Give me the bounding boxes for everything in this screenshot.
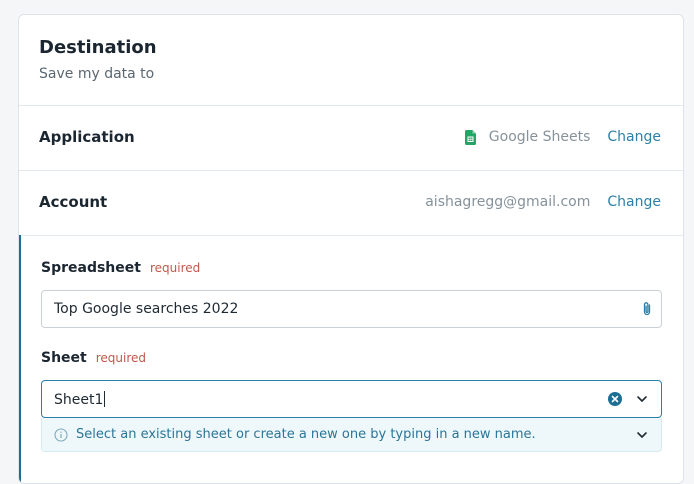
google-sheets-icon [464, 129, 476, 145]
spreadsheet-settings-section: Spreadsheet required Top Google searches … [19, 235, 683, 483]
chevron-down-icon[interactable] [636, 393, 648, 405]
application-row: Application Google Sheets Change [19, 106, 683, 170]
application-value: Google Sheets [488, 129, 591, 145]
info-icon [54, 428, 68, 442]
chevron-down-icon[interactable] [636, 429, 648, 441]
paperclip-icon[interactable] [641, 301, 653, 317]
spreadsheet-label: Spreadsheet required [41, 260, 200, 276]
active-section-indicator [19, 235, 21, 483]
application-label: Application [39, 128, 135, 146]
account-label: Account [39, 193, 108, 211]
spreadsheet-input-value: Top Google searches 2022 [54, 301, 239, 317]
clear-icon[interactable] [607, 391, 623, 407]
sheet-input-text: Sheet1 [54, 392, 104, 408]
spreadsheet-label-text: Spreadsheet [41, 260, 141, 276]
account-change-link[interactable]: Change [607, 194, 661, 210]
account-value: aishagregg@gmail.com [425, 194, 591, 210]
sheet-required-tag: required [95, 351, 147, 365]
application-change-link[interactable]: Change [607, 129, 661, 145]
sheet-label: Sheet required [41, 350, 146, 366]
sheet-input-value: Sheet1 [54, 391, 106, 408]
destination-card: Destination Save my data to Application … [18, 14, 684, 484]
sheet-hint-text: Select an existing sheet or create a new… [76, 427, 536, 442]
sheet-label-text: Sheet [41, 350, 87, 366]
destination-header: Destination Save my data to [19, 15, 683, 105]
sheet-input[interactable]: Sheet1 [41, 380, 662, 418]
destination-subtitle: Save my data to [39, 66, 155, 82]
sheet-hint-dropdown[interactable]: Select an existing sheet or create a new… [41, 418, 662, 452]
account-row: Account aishagregg@gmail.com Change [19, 171, 683, 235]
spreadsheet-input[interactable]: Top Google searches 2022 [41, 290, 662, 328]
spreadsheet-required-tag: required [149, 261, 201, 275]
text-caret [104, 391, 106, 407]
destination-title: Destination [39, 37, 157, 58]
